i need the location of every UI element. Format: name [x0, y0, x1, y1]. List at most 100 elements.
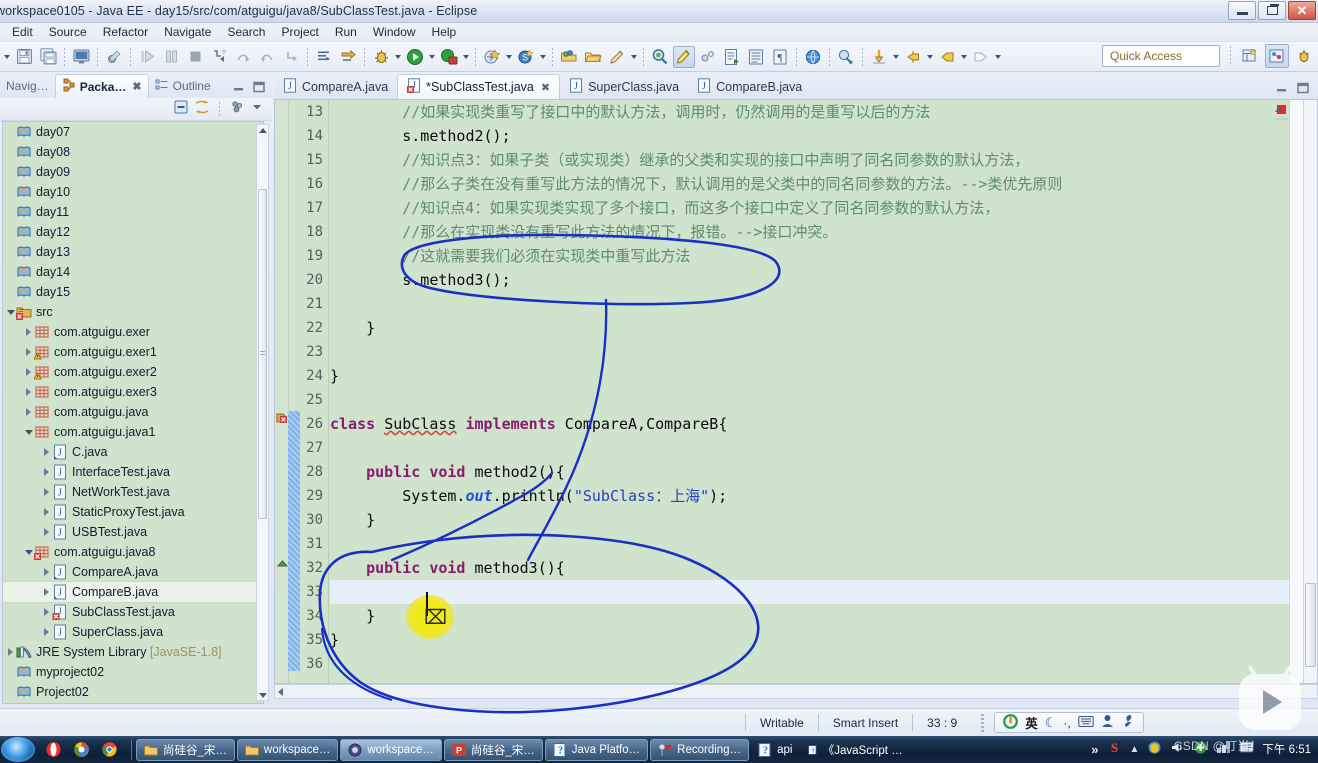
tree-item[interactable]: J CompareA.java: [3, 562, 263, 582]
punctuation-icon[interactable]: ·,: [1063, 716, 1070, 730]
expand-arrow-closed-icon[interactable]: [41, 482, 52, 502]
code-line[interactable]: [330, 580, 1289, 604]
new-class-caret[interactable]: [538, 47, 548, 67]
quick-access-field[interactable]: Quick Access: [1102, 45, 1220, 67]
code-line[interactable]: //知识点4：如果实现类实现了多个接口，而这多个接口中定义了同名同参数的默认方法…: [330, 196, 1289, 220]
tab-outline[interactable]: Outline: [149, 74, 217, 98]
last-edit-caret[interactable]: [891, 47, 901, 67]
tree-item[interactable]: day14: [3, 262, 263, 282]
back-caret[interactable]: [959, 47, 969, 67]
code-line[interactable]: public void method2(){: [330, 460, 1289, 484]
package-explorer-scroll-thumb[interactable]: [258, 189, 267, 519]
next-annotation-icon[interactable]: [835, 46, 857, 68]
expand-arrow-closed-icon[interactable]: [5, 642, 16, 662]
editor-minimize-icon[interactable]: [1275, 81, 1289, 99]
tab-package-explorer-close-icon[interactable]: ✖: [132, 80, 141, 93]
editor-horizontal-scrollbar[interactable]: [274, 684, 1318, 699]
tree-item[interactable]: day11: [3, 202, 263, 222]
skip-breakpoints-icon[interactable]: [103, 46, 125, 68]
ime-toolbar[interactable]: 英 ☾ ·,: [994, 712, 1144, 733]
new-project-caret[interactable]: [504, 47, 514, 67]
menu-help[interactable]: Help: [424, 23, 465, 41]
tree-item[interactable]: day15: [3, 282, 263, 302]
menu-source[interactable]: Source: [41, 23, 95, 41]
collapse-all-icon[interactable]: [173, 99, 189, 120]
code-line[interactable]: }: [330, 508, 1289, 532]
debug-dropdown-caret[interactable]: [393, 47, 403, 67]
security-icon[interactable]: [1147, 740, 1162, 760]
editor-maximize-icon[interactable]: [1296, 81, 1310, 99]
package-explorer-scrollbar[interactable]: [256, 124, 269, 701]
expand-arrow-closed-icon[interactable]: [23, 382, 34, 402]
editor-tab-subclasstest[interactable]: J *SubClassTest.java ✖: [397, 74, 561, 99]
expand-arrow-closed-icon[interactable]: [23, 322, 34, 342]
code-line[interactable]: //那么子类在没有重写此方法的情况下，默认调用的是父类中的同名同参数的方法。--…: [330, 172, 1289, 196]
taskbar-button[interactable]: ? Java Platfo…: [544, 738, 649, 761]
tree-item[interactable]: Project02: [3, 682, 263, 702]
user-icon[interactable]: [1101, 714, 1114, 731]
toggle-mark-occurrences-icon[interactable]: [673, 45, 695, 68]
new-document-icon[interactable]: [721, 46, 743, 68]
code-line[interactable]: System.out.println("SubClass：上海");: [330, 484, 1289, 508]
expand-arrow-closed-icon[interactable]: [41, 622, 52, 642]
code-line[interactable]: class SubClass implements CompareA,Compa…: [330, 412, 1289, 436]
code-lines[interactable]: //如果实现类重写了接口中的默认方法，调用时，仍然调用的是重写以后的方法 s.m…: [330, 100, 1289, 683]
expand-arrow-closed-icon[interactable]: [23, 362, 34, 382]
menu-navigate[interactable]: Navigate: [156, 23, 219, 41]
forward-icon[interactable]: [970, 46, 992, 68]
chrome-icon[interactable]: [101, 741, 118, 758]
tray-chevron-icon[interactable]: ▲: [1130, 744, 1140, 755]
editor-tab-compareb[interactable]: J CompareB.java: [688, 74, 811, 99]
expand-arrow-closed-icon[interactable]: [41, 582, 52, 602]
minimize-view-icon[interactable]: [232, 80, 246, 98]
debug-icon[interactable]: [370, 46, 392, 68]
edit-icon[interactable]: [606, 46, 628, 68]
last-edit-location-icon[interactable]: [868, 46, 890, 68]
code-line[interactable]: [330, 292, 1289, 316]
close-button[interactable]: ✕: [1288, 1, 1316, 20]
code-line[interactable]: public void method3(){: [330, 556, 1289, 580]
perspective-debug-icon[interactable]: [1292, 44, 1316, 68]
open-type-icon[interactable]: [558, 46, 580, 68]
minimize-button[interactable]: [1228, 1, 1256, 20]
tree-item[interactable]: JRE System Library [JavaSE-1.8]: [3, 642, 263, 662]
expand-arrow-closed-icon[interactable]: [23, 342, 34, 362]
search-icon[interactable]: [649, 46, 671, 68]
sogou-icon[interactable]: S: [1107, 740, 1122, 760]
restore-button[interactable]: [1258, 1, 1286, 20]
code-line[interactable]: }: [330, 604, 1289, 628]
code-line[interactable]: [330, 436, 1289, 460]
perspective-java-ee-icon[interactable]: [1265, 44, 1289, 68]
tree-item[interactable]: com.atguigu.exer: [3, 322, 263, 342]
taskbar-button[interactable]: 尚硅谷_宋…: [136, 738, 235, 761]
tree-item[interactable]: day08: [3, 142, 263, 162]
expand-arrow-closed-icon[interactable]: [41, 522, 52, 542]
expand-arrow-closed-icon[interactable]: [41, 602, 52, 622]
expand-arrow-closed-icon[interactable]: [41, 442, 52, 462]
code-line[interactable]: //那么在实现类没有重写此方法的情况下，报错。-->接口冲突。: [330, 220, 1289, 244]
expand-arrow-open-icon[interactable]: [23, 542, 34, 562]
menu-window[interactable]: Window: [365, 23, 424, 41]
tree-item[interactable]: com.atguigu.exer2: [3, 362, 263, 382]
tree-item[interactable]: src: [3, 302, 263, 322]
code-line[interactable]: [330, 340, 1289, 364]
tree-item[interactable]: com.atguigu.exer3: [3, 382, 263, 402]
scroll-down-arrow[interactable]: [257, 690, 268, 701]
code-line[interactable]: [330, 652, 1289, 676]
code-line[interactable]: //如果实现类重写了接口中的默认方法，调用时，仍然调用的是重写以后的方法: [330, 100, 1289, 124]
taskbar-button[interactable]: Recording…: [650, 738, 750, 761]
resume-icon[interactable]: [136, 46, 158, 68]
external-tools-icon[interactable]: [337, 46, 359, 68]
tab-package-explorer[interactable]: Packa… ✖: [54, 74, 149, 98]
expand-arrow-closed-icon[interactable]: [41, 462, 52, 482]
view-menu-chevron-icon[interactable]: [250, 100, 264, 119]
tree-item[interactable]: day07: [3, 122, 263, 142]
tree-item[interactable]: myproject02: [3, 662, 263, 682]
new-java-project-icon[interactable]: [481, 46, 503, 68]
editor-tab-comparea[interactable]: J CompareA.java: [274, 74, 397, 99]
code-line[interactable]: s.method3();: [330, 268, 1289, 292]
menu-project[interactable]: Project: [273, 23, 326, 41]
code-line[interactable]: //这就需要我们必须在实现类中重写此方法: [330, 244, 1289, 268]
tab-navigator[interactable]: Navig…: [0, 74, 55, 98]
tree-item[interactable]: day09: [3, 162, 263, 182]
